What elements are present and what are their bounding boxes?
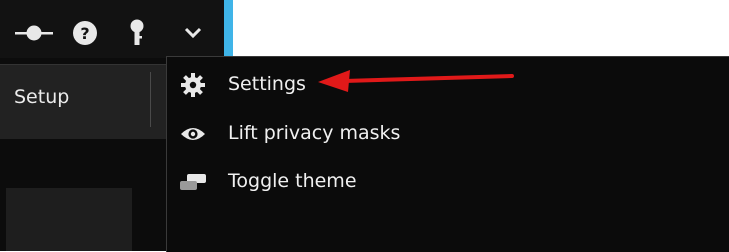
eye-icon (175, 118, 211, 150)
titlebar: ? (0, 0, 224, 58)
menu-item-label: Lift privacy masks (228, 122, 401, 144)
chevron-down-icon[interactable] (178, 20, 208, 46)
tab-setup[interactable]: Setup (14, 86, 69, 108)
svg-text:?: ? (80, 24, 89, 43)
menu-item-label: Toggle theme (228, 170, 357, 192)
help-icon[interactable]: ? (70, 20, 100, 46)
content-panel (6, 188, 132, 251)
connection-icon[interactable] (14, 20, 54, 46)
menu-item-lift-privacy-masks[interactable]: Lift privacy masks (167, 112, 729, 156)
menu-item-label: Settings (228, 73, 306, 95)
pin-icon[interactable] (124, 19, 150, 46)
annotation-arrow (318, 70, 514, 92)
tab-divider (150, 72, 151, 127)
menu-item-toggle-theme[interactable]: Toggle theme (167, 160, 729, 204)
gear-icon (175, 69, 211, 101)
toggle-theme-icon (175, 166, 211, 198)
accent-strip (224, 0, 233, 58)
